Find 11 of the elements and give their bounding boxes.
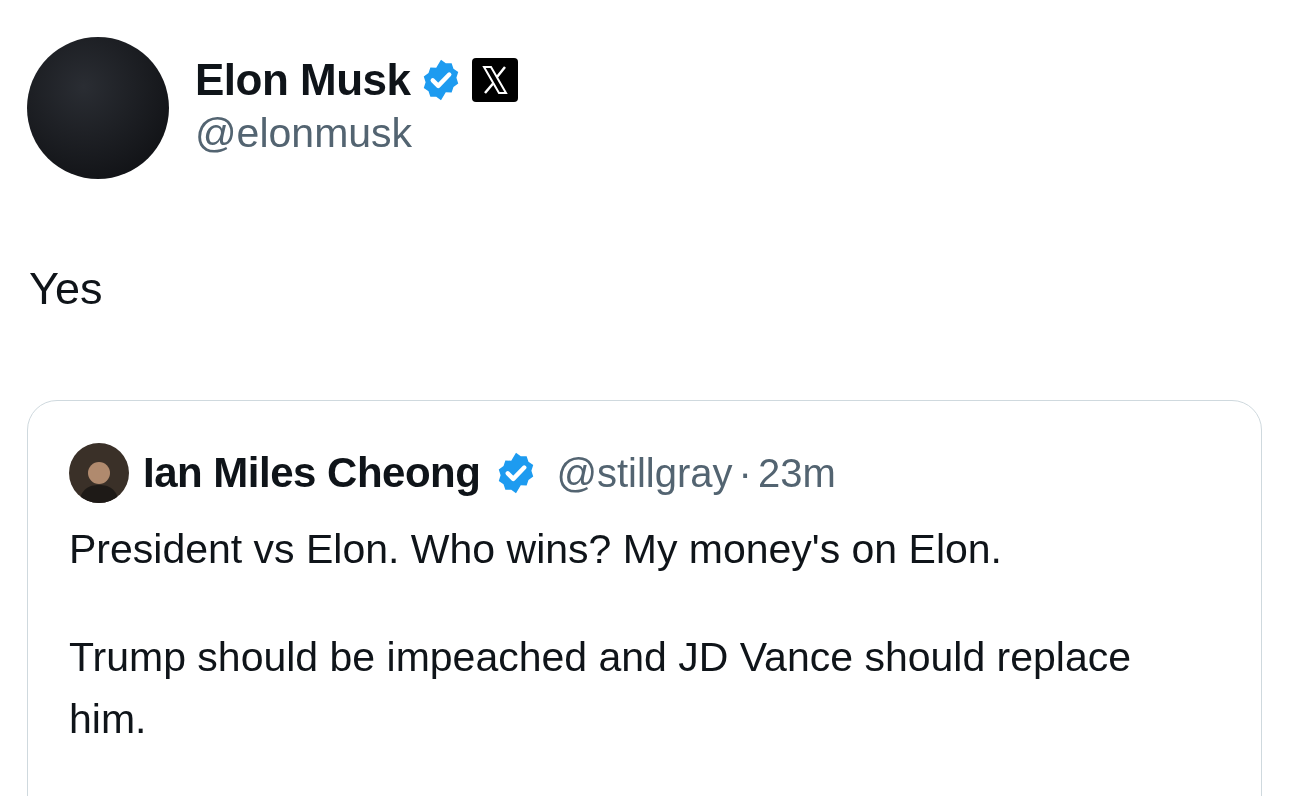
tweet-text: Yes (28, 263, 104, 315)
quoted-tweet-text: President vs Elon. Who wins? My money's on Elon. (69, 525, 1003, 574)
author-name[interactable]: Elon Musk (195, 54, 411, 106)
timestamp[interactable]: 23m (757, 442, 836, 503)
quoted-author-handle[interactable]: @stillgray (556, 442, 733, 503)
x-logo-icon (470, 57, 519, 103)
quoted-author-name[interactable]: Ian Miles Cheong (143, 441, 481, 504)
quoted-tweet-card[interactable]: Ian Miles Cheong @stillgray·23m President vs Elon. Who wins? My money's on Elon. Trump should be impeached and JD Vance should replace him. (27, 400, 1262, 796)
quoted-tweet-text: Trump should be impeached and JD Vance should replace him. (69, 633, 1133, 744)
author-handle[interactable]: @elonmusk (195, 106, 519, 160)
separator: · (738, 449, 752, 497)
